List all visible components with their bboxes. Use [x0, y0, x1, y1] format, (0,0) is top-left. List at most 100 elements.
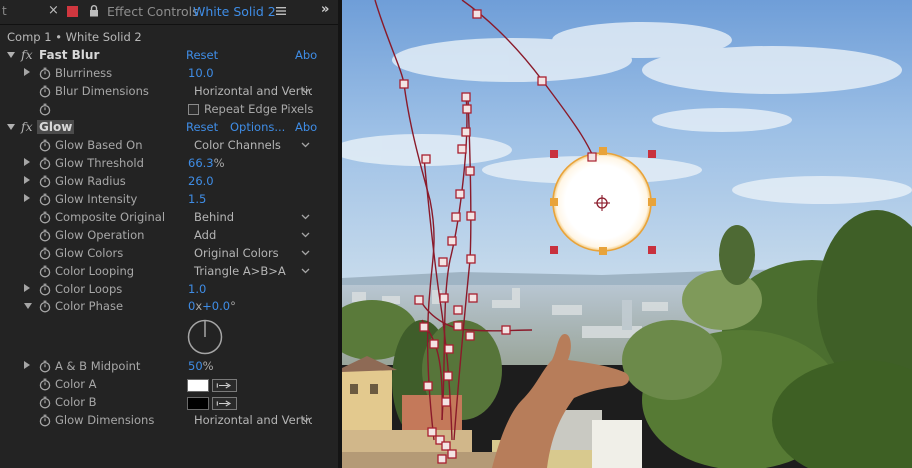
property-glow-dimensions: Glow Dimensions Horizontal and Vertical: [0, 412, 338, 430]
eyedropper-icon[interactable]: [212, 379, 237, 392]
property-glow-radius: Glow Radius 26.0: [0, 173, 338, 191]
stopwatch-icon[interactable]: [39, 103, 51, 116]
stopwatch-icon[interactable]: [39, 85, 51, 98]
twirl-triangle-icon[interactable]: [7, 52, 15, 58]
stopwatch-icon[interactable]: [39, 175, 51, 188]
blur-dimensions-dropdown[interactable]: Horizontal and Vertical: [188, 84, 312, 100]
property-label: Glow Colors: [55, 246, 124, 260]
dropdown-value: Color Channels: [194, 138, 281, 152]
angle-dial[interactable]: [187, 319, 223, 355]
chevron-down-icon: [301, 268, 310, 274]
stopwatch-icon[interactable]: [39, 300, 51, 313]
chevron-down-icon: [301, 250, 310, 256]
glow-dimensions-dropdown[interactable]: Horizontal and Vertical: [188, 413, 312, 429]
panel-title[interactable]: Effect Controls: [107, 4, 199, 19]
effect-glow-header[interactable]: fx Glow Reset Options... Abo: [0, 119, 338, 137]
property-label: Glow Dimensions: [55, 413, 155, 427]
unit-label: °: [230, 299, 236, 313]
fx-icon[interactable]: fx: [21, 119, 33, 134]
property-blurriness: Blurriness 10.0: [0, 65, 338, 83]
panel-overflow-icon[interactable]: »: [321, 2, 329, 17]
property-glow-threshold: Glow Threshold 66.3%: [0, 155, 338, 173]
property-label: Color A: [55, 377, 97, 391]
glow-radius-value[interactable]: 26.0: [188, 174, 214, 188]
twirl-triangle-icon[interactable]: [24, 158, 30, 166]
property-color-a: Color A: [0, 376, 338, 394]
twirl-triangle-icon[interactable]: [24, 284, 30, 292]
property-label: Color Phase: [55, 299, 124, 313]
composite-original-dropdown[interactable]: Behind: [188, 210, 312, 226]
fast-blur-about-link[interactable]: Abo: [295, 48, 321, 62]
stopwatch-icon[interactable]: [39, 247, 51, 260]
twirl-triangle-icon[interactable]: [24, 176, 30, 184]
color-loops-value[interactable]: 1.0: [188, 282, 206, 296]
property-label: Blur Dimensions: [55, 84, 149, 98]
property-label: Color Looping: [55, 264, 135, 278]
fast-blur-reset-link[interactable]: Reset: [186, 48, 218, 62]
stopwatch-icon[interactable]: [39, 139, 51, 152]
composition-canvas[interactable]: [342, 0, 912, 468]
unit-label: %: [213, 156, 225, 170]
property-label: Glow Threshold: [55, 156, 144, 170]
stopwatch-icon[interactable]: [39, 211, 51, 224]
property-glow-intensity: Glow Intensity 1.5: [0, 191, 338, 209]
glow-options-link[interactable]: Options...: [230, 120, 285, 134]
color-a-swatch[interactable]: [187, 379, 209, 392]
eyedropper-icon[interactable]: [212, 397, 237, 410]
glow-based-on-dropdown[interactable]: Color Channels: [188, 138, 312, 154]
twirl-triangle-icon[interactable]: [24, 361, 30, 369]
stopwatch-icon[interactable]: [39, 157, 51, 170]
dropdown-value: Behind: [194, 210, 235, 224]
stopwatch-icon[interactable]: [39, 378, 51, 391]
effect-name-fast-blur[interactable]: Fast Blur: [39, 48, 99, 62]
glow-reset-link[interactable]: Reset: [186, 120, 218, 134]
property-color-phase: Color Phase 0x+0.0°: [0, 298, 338, 316]
chevron-down-icon: [301, 214, 310, 220]
color-looping-dropdown[interactable]: Triangle A>B>A: [188, 264, 312, 280]
lock-icon[interactable]: [89, 5, 99, 17]
chevron-down-icon: [301, 142, 310, 148]
stopwatch-icon[interactable]: [39, 67, 51, 80]
stopwatch-icon[interactable]: [39, 360, 51, 373]
ab-midpoint-value[interactable]: 50: [188, 359, 203, 373]
property-color-looping: Color Looping Triangle A>B>A: [0, 263, 338, 281]
effect-name-glow[interactable]: Glow: [37, 120, 75, 134]
property-glow-operation: Glow Operation Add: [0, 227, 338, 245]
property-label: Color B: [55, 395, 97, 409]
adjacent-tab-edge[interactable]: t: [2, 4, 7, 18]
glow-about-link[interactable]: Abo: [295, 120, 321, 134]
dropdown-value: Add: [194, 228, 217, 242]
chevron-down-icon: [301, 232, 310, 238]
twirl-triangle-icon[interactable]: [24, 68, 30, 76]
glow-threshold-value[interactable]: 66.3: [188, 156, 214, 170]
color-phase-degrees[interactable]: +0.0: [202, 299, 230, 313]
property-label: Glow Radius: [55, 174, 126, 188]
stopwatch-icon[interactable]: [39, 193, 51, 206]
property-composite-original: Composite Original Behind: [0, 209, 338, 227]
stopwatch-icon[interactable]: [39, 396, 51, 409]
close-icon[interactable]: ×: [48, 3, 59, 18]
fx-icon[interactable]: fx: [21, 47, 33, 62]
stopwatch-icon[interactable]: [39, 414, 51, 427]
repeat-edge-pixels-checkbox[interactable]: [188, 104, 199, 115]
twirl-triangle-icon[interactable]: [7, 124, 15, 130]
stopwatch-icon[interactable]: [39, 283, 51, 296]
twirl-triangle-icon[interactable]: [24, 194, 30, 202]
color-b-swatch[interactable]: [187, 397, 209, 410]
property-repeat-edge-pixels: Repeat Edge Pixels: [0, 101, 338, 119]
property-label: A & B Midpoint: [55, 359, 141, 373]
glow-operation-dropdown[interactable]: Add: [188, 228, 312, 244]
property-label: Glow Operation: [55, 228, 145, 242]
twirl-triangle-icon[interactable]: [24, 303, 32, 309]
glow-intensity-value[interactable]: 1.5: [188, 192, 206, 206]
glow-colors-dropdown[interactable]: Original Colors: [188, 246, 312, 262]
checkbox-label[interactable]: Repeat Edge Pixels: [204, 102, 313, 116]
stopwatch-icon[interactable]: [39, 229, 51, 242]
chevron-down-icon: [301, 88, 310, 94]
effect-fast-blur-header[interactable]: fx Fast Blur Reset Abo: [0, 47, 338, 65]
blurriness-value[interactable]: 10.0: [188, 66, 214, 80]
panel-menu-icon[interactable]: [276, 5, 286, 17]
composition-viewer[interactable]: [342, 0, 912, 468]
panel-layer-name[interactable]: White Solid 2: [193, 4, 276, 19]
stopwatch-icon[interactable]: [39, 265, 51, 278]
